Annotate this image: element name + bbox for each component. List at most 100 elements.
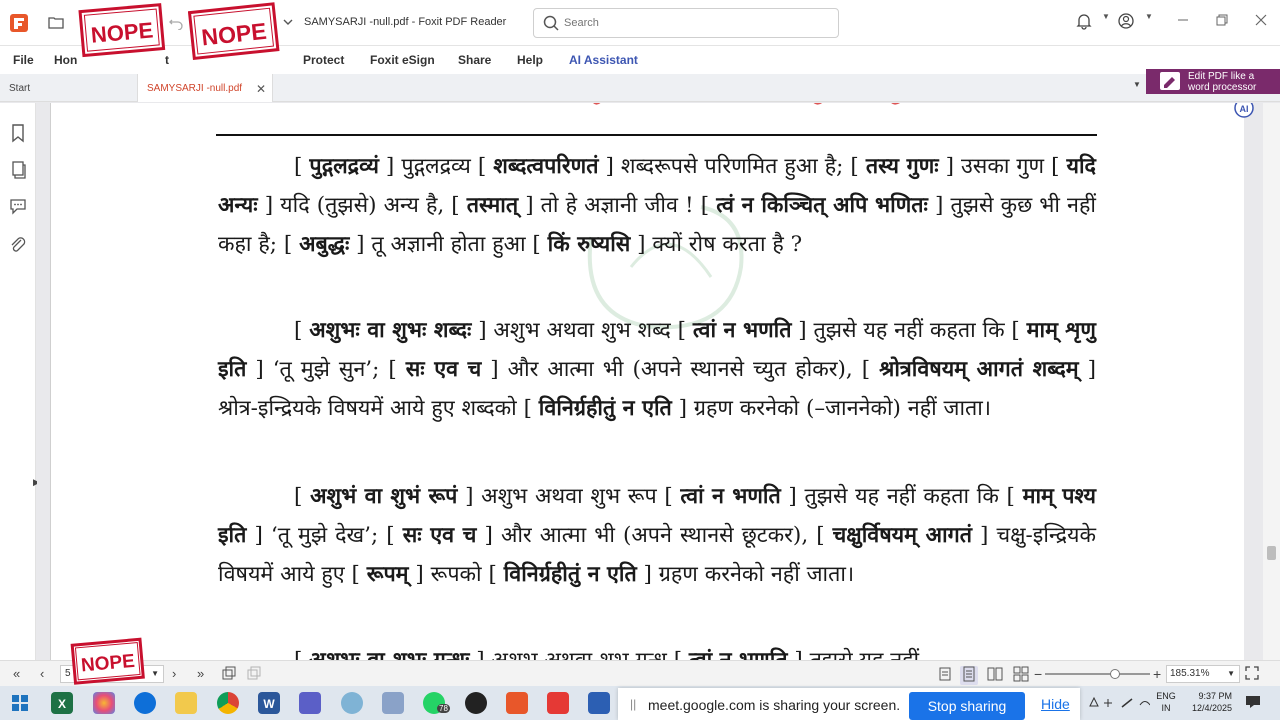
- file-explorer-icon[interactable]: [175, 692, 197, 714]
- copilot-icon[interactable]: [93, 692, 115, 714]
- mail-icon[interactable]: [588, 692, 610, 714]
- previous-page-icon[interactable]: ‹: [40, 666, 44, 681]
- menu-file[interactable]: File: [13, 53, 34, 67]
- app-window-icon[interactable]: [382, 692, 404, 714]
- sanskrit-term: त्वां न भणति: [692, 318, 792, 343]
- last-page-icon[interactable]: »: [197, 666, 204, 681]
- single-page-view-icon[interactable]: [937, 666, 953, 685]
- hindi-text: ] तुझसे यह नहीं कहता कि [: [798, 318, 1020, 343]
- hindi-text: [: [294, 484, 303, 509]
- first-page-icon[interactable]: «: [13, 666, 20, 681]
- next-page-icon[interactable]: ›: [172, 666, 176, 681]
- scrollbar-thumb[interactable]: [1267, 546, 1276, 560]
- excel-icon[interactable]: X: [51, 692, 73, 714]
- word-icon[interactable]: W: [258, 692, 280, 714]
- menu-help[interactable]: Help: [517, 53, 543, 67]
- fit-page-icon[interactable]: [221, 666, 237, 685]
- windows-start-icon[interactable]: [9, 692, 31, 714]
- fullscreen-icon[interactable]: [1245, 666, 1259, 683]
- vertical-scrollbar[interactable]: [1263, 103, 1280, 660]
- zoom-out-icon[interactable]: −: [1034, 666, 1042, 682]
- notification-center-icon[interactable]: [1244, 694, 1262, 712]
- attachment-icon[interactable]: [8, 234, 28, 254]
- language-indicator[interactable]: ENG IN: [1155, 690, 1177, 714]
- obs-icon[interactable]: [465, 692, 487, 714]
- snipping-tool-icon[interactable]: [341, 692, 363, 714]
- sanskrit-term: किं रुष्यसि: [547, 232, 631, 257]
- close-tab-icon[interactable]: ✕: [256, 74, 266, 104]
- hindi-text: ] ‘तू मुझे सुन’; [: [255, 357, 397, 382]
- menu-foxit-esign[interactable]: Foxit eSign: [370, 53, 435, 67]
- pages-thumbnail-icon[interactable]: [8, 160, 28, 180]
- edge-browser-icon[interactable]: [134, 692, 156, 714]
- tab-start-label: Start: [9, 83, 31, 94]
- tab-overflow-dropdown-icon[interactable]: ▼: [1133, 80, 1141, 89]
- continuous-view-icon[interactable]: [960, 666, 978, 685]
- tab-start[interactable]: Start: [0, 74, 137, 102]
- sanskrit-term: अशुभः वा शुभः गन्धः: [309, 648, 469, 660]
- hindi-text: ] तू अज्ञानी होता हुआ [: [356, 232, 541, 257]
- notifications-bell-icon[interactable]: [1072, 12, 1096, 34]
- account-icon[interactable]: [1114, 12, 1138, 34]
- tab-document[interactable]: SAMYSARJI -null.pdf ✕: [137, 74, 273, 102]
- minimize-icon[interactable]: [1171, 12, 1195, 34]
- drag-handle-icon[interactable]: ||: [630, 697, 636, 711]
- promo-line1: Edit PDF like a: [1188, 71, 1255, 82]
- zoom-dropdown-icon[interactable]: ▼: [1227, 666, 1235, 682]
- menu-share[interactable]: Share: [458, 53, 491, 67]
- tray-icons[interactable]: [1088, 696, 1151, 712]
- hindi-text: ] यदि (तुझसे) अन्य है, [: [264, 193, 460, 218]
- foxit-reader-taskbar-icon[interactable]: [506, 692, 528, 714]
- paragraph-2: [ अशुभः वा शुभः शब्दः ] अशुभ अथवा शुभ शब…: [218, 311, 1096, 428]
- sanskrit-term: सः एव च: [405, 357, 482, 382]
- nope-stamp: NOPE: [78, 2, 168, 64]
- open-folder-icon[interactable]: [48, 14, 64, 30]
- hindi-text: [: [294, 154, 303, 179]
- continuous-facing-view-icon[interactable]: [1012, 666, 1030, 685]
- svg-text:W: W: [263, 697, 275, 711]
- teams-icon[interactable]: [299, 692, 321, 714]
- zoom-slider-knob[interactable]: [1110, 669, 1120, 679]
- whatsapp-badge: 78: [437, 704, 450, 713]
- editor-logo-icon: [1160, 72, 1180, 90]
- search-box[interactable]: [533, 8, 839, 38]
- clock[interactable]: 9:37 PM 12/4/2025: [1182, 690, 1232, 714]
- screen-sharing-bar: || meet.google.com is sharing your scree…: [618, 688, 1080, 720]
- restore-icon[interactable]: [1210, 12, 1234, 34]
- screen-recorder-icon[interactable]: [547, 692, 569, 714]
- comments-icon[interactable]: [8, 196, 28, 216]
- menu-protect[interactable]: Protect: [303, 53, 344, 67]
- paragraph-4: [ अशुभः वा शुभः गन्धः ] अशुभ अथवा शुभ गन…: [218, 641, 1096, 660]
- hindi-text: ] तो हे अज्ञानी जीव ! [: [525, 193, 710, 218]
- menu-ai-assistant[interactable]: AI Assistant: [569, 53, 638, 67]
- facing-view-icon[interactable]: [986, 666, 1004, 685]
- ai-assistant-floating-icon[interactable]: AI: [1233, 103, 1255, 119]
- nope-stamp: NOPE: [187, 2, 280, 64]
- hindi-text: [: [294, 648, 302, 660]
- search-input[interactable]: [564, 15, 824, 31]
- fit-width-icon[interactable]: [246, 666, 262, 685]
- account-dropdown-icon[interactable]: ▼: [1137, 12, 1161, 34]
- hindi-text: ] ग्रहण करनेको नहीं जाता।: [643, 562, 855, 587]
- zoom-level-field[interactable]: 185.31% ▼: [1166, 665, 1240, 683]
- zoom-in-icon[interactable]: +: [1153, 666, 1161, 682]
- paragraph-1: [ पुद्गलद्रव्यं ] पुद्गलद्रव्य [ शब्दत्व…: [218, 147, 1096, 264]
- stop-sharing-button[interactable]: Stop sharing: [909, 692, 1025, 720]
- foxit-app-icon[interactable]: [10, 14, 28, 32]
- sharing-message: meet.google.com is sharing your screen.: [648, 697, 901, 713]
- pdf-page: [ पुद्गलद्रव्यं ] पुद्गलद्रव्य [ शब्दत्व…: [50, 103, 1244, 660]
- search-icon: [542, 14, 560, 32]
- menu-home[interactable]: Hon: [54, 53, 77, 67]
- close-window-icon[interactable]: [1249, 12, 1273, 34]
- edit-pdf-promo-banner[interactable]: Edit PDF like a word processor: [1146, 69, 1280, 94]
- hide-link[interactable]: Hide: [1041, 696, 1070, 712]
- zoom-slider[interactable]: [1045, 669, 1150, 679]
- tab-document-label: SAMYSARJI -null.pdf: [147, 83, 243, 94]
- promo-line2: word processor: [1188, 82, 1257, 93]
- bookmark-icon[interactable]: [8, 123, 28, 143]
- undo-icon[interactable]: [168, 14, 184, 31]
- hindi-text: ] ग्रहण करनेको (–जाननेको) नहीं जाता।: [678, 396, 992, 421]
- sanskrit-term: श्रोत्रविषयम् आगतं शब्दम्: [879, 357, 1079, 382]
- chrome-icon[interactable]: [217, 692, 239, 714]
- hindi-text: ] ‘तू मुझे देख’; [: [254, 523, 395, 548]
